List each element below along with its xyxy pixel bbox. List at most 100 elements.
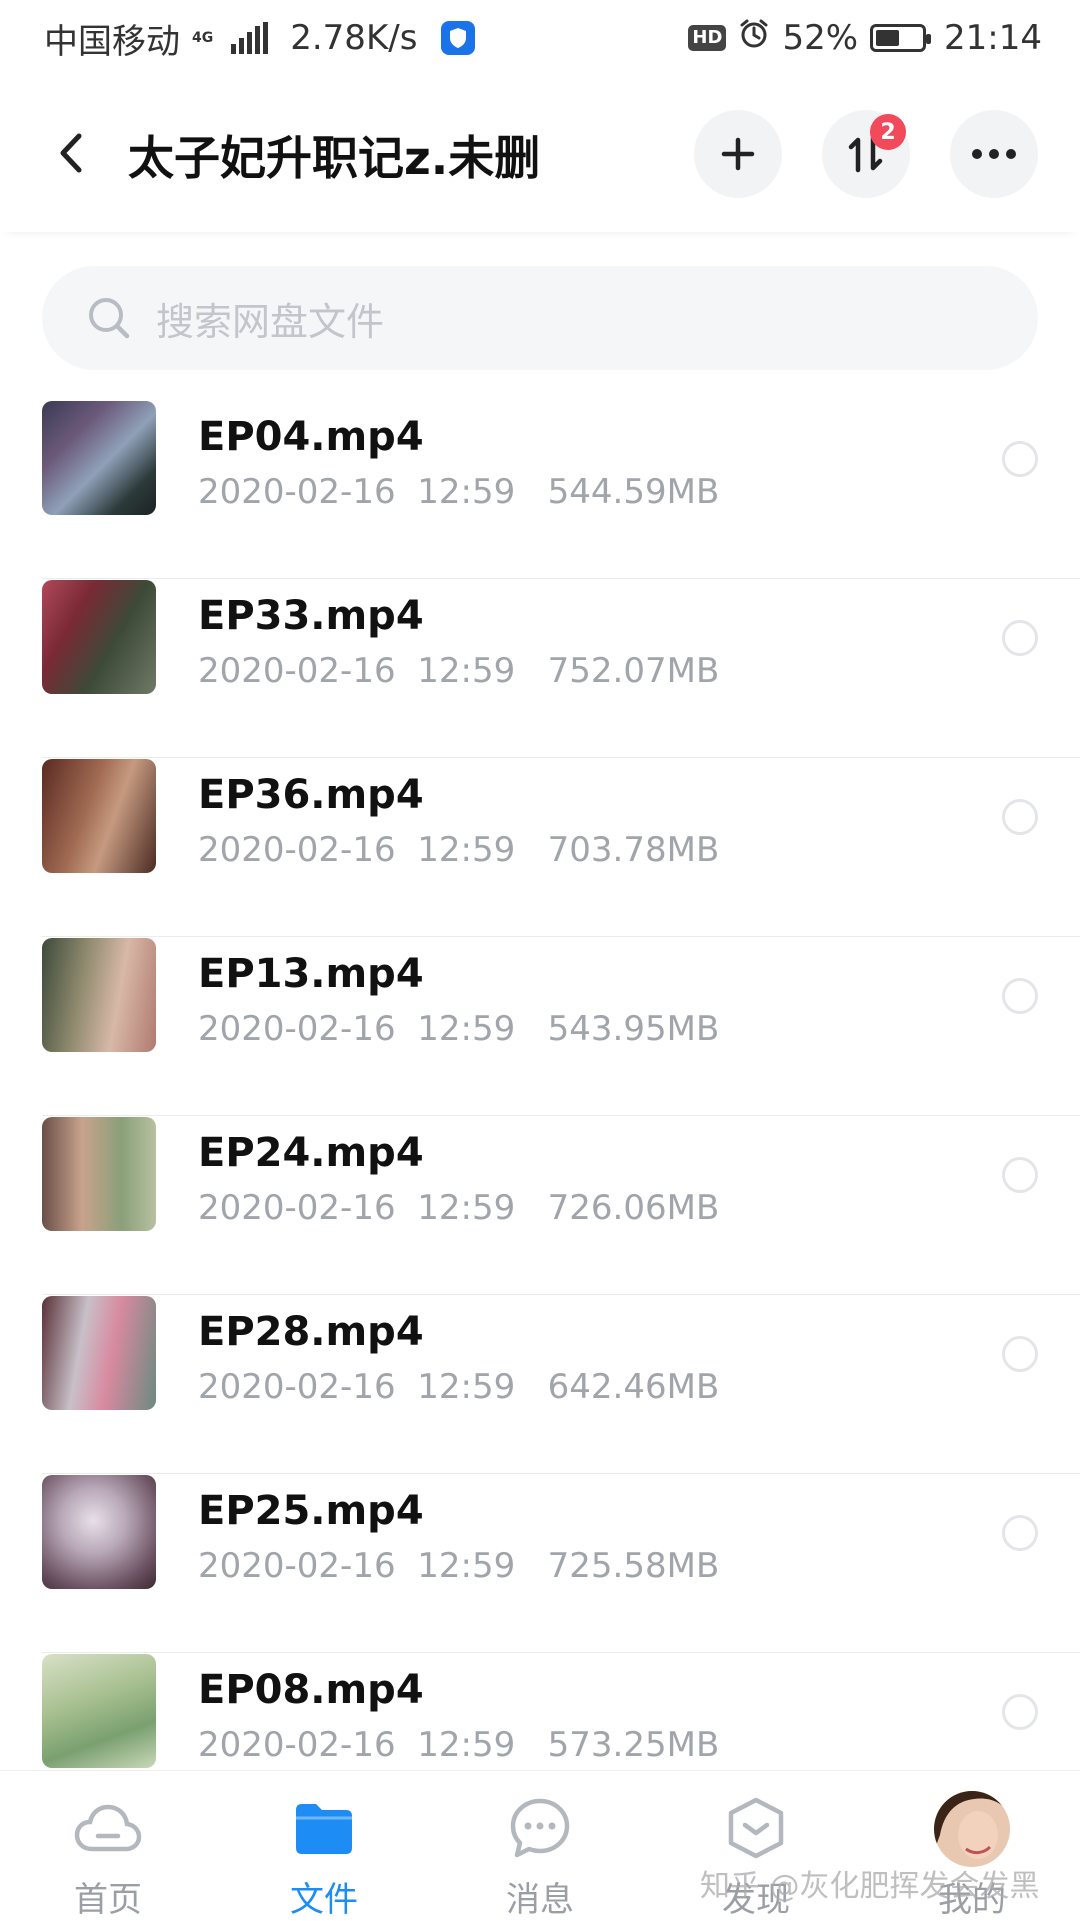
file-row[interactable]: EP36.mp4 2020-02-16 12:59 703.78MB [0, 758, 1080, 937]
battery-percent: 52% [782, 18, 859, 58]
file-date: 2020-02-16 [198, 651, 396, 691]
file-size: 703.78MB [547, 830, 720, 870]
battery-icon [870, 24, 932, 52]
file-meta: 2020-02-16 12:59 703.78MB [198, 830, 719, 870]
file-meta: 2020-02-16 12:59 725.58MB [198, 1546, 719, 1586]
file-name: EP04.mp4 [198, 414, 424, 460]
nav-label: 文件 [290, 1880, 358, 1920]
file-time: 12:59 [417, 472, 516, 512]
select-radio[interactable] [1002, 1336, 1038, 1372]
file-time: 12:59 [417, 1367, 516, 1407]
select-radio[interactable] [1002, 620, 1038, 656]
plus-icon [721, 137, 755, 171]
file-name: EP36.mp4 [198, 772, 424, 818]
file-date: 2020-02-16 [198, 472, 396, 512]
nav-label: 消息 [506, 1880, 574, 1920]
select-radio[interactable] [1002, 978, 1038, 1014]
page-title: 太子妃升职记z.未删 [128, 131, 541, 185]
file-name: EP24.mp4 [198, 1130, 424, 1176]
carrier-label: 中国移动 [44, 21, 180, 62]
search-icon [89, 298, 130, 339]
file-date: 2020-02-16 [198, 1188, 396, 1228]
video-thumbnail [42, 938, 156, 1052]
status-right: HD 52% 21:14 [688, 18, 1042, 59]
nav-item-messages[interactable]: 消息 [470, 1793, 610, 1921]
video-thumbnail [42, 1475, 156, 1589]
nav-item-files[interactable]: 文件 [254, 1793, 394, 1921]
file-meta: 2020-02-16 12:59 573.25MB [198, 1725, 719, 1765]
signal-icon [231, 22, 269, 54]
file-name: EP13.mp4 [198, 951, 424, 997]
file-date: 2020-02-16 [198, 830, 396, 870]
add-button[interactable] [694, 110, 782, 198]
nav-item-home[interactable]: 首页 [38, 1793, 178, 1921]
file-meta: 2020-02-16 12:59 544.59MB [198, 472, 719, 512]
battery-fill [876, 30, 899, 46]
file-size: 642.46MB [547, 1367, 720, 1407]
search-input[interactable]: 搜索网盘文件 [42, 266, 1038, 370]
file-time: 12:59 [417, 1725, 516, 1765]
select-radio[interactable] [1002, 1515, 1038, 1551]
file-row[interactable]: EP04.mp4 2020-02-16 12:59 544.59MB [0, 400, 1080, 579]
file-date: 2020-02-16 [198, 1009, 396, 1049]
file-name: EP28.mp4 [198, 1309, 424, 1355]
clock: 21:14 [944, 18, 1042, 58]
network-type-label: 4G [192, 30, 214, 46]
file-row[interactable]: EP28.mp4 2020-02-16 12:59 642.46MB [0, 1295, 1080, 1474]
file-date: 2020-02-16 [198, 1725, 396, 1765]
file-size: 573.25MB [547, 1725, 720, 1765]
file-name: EP08.mp4 [198, 1667, 424, 1713]
file-row[interactable]: EP24.mp4 2020-02-16 12:59 726.06MB [0, 1116, 1080, 1295]
file-meta: 2020-02-16 12:59 543.95MB [198, 1009, 719, 1049]
file-row[interactable]: EP13.mp4 2020-02-16 12:59 543.95MB [0, 937, 1080, 1116]
more-dots-icon [972, 149, 1016, 159]
transfer-button[interactable]: 2 [822, 110, 910, 198]
folder-icon [289, 1793, 359, 1862]
video-thumbnail [42, 401, 156, 515]
file-time: 12:59 [417, 1546, 516, 1586]
file-time: 12:59 [417, 651, 516, 691]
file-date: 2020-02-16 [198, 1367, 396, 1407]
bottom-nav: 首页 文件 消息 发现 我的 知乎 @灰化肥挥发会发黑 [0, 1770, 1080, 1920]
discover-icon [721, 1793, 791, 1862]
file-size: 752.07MB [547, 651, 720, 691]
status-left: 中国移动 4G 2.78K/s [44, 14, 476, 63]
file-time: 12:59 [417, 1188, 516, 1228]
network-speed: 2.78K/s [290, 18, 418, 58]
video-thumbnail [42, 759, 156, 873]
avatar[interactable] [932, 1789, 1012, 1869]
select-radio[interactable] [1002, 799, 1038, 835]
file-size: 543.95MB [547, 1009, 720, 1049]
chat-icon [505, 1793, 575, 1862]
video-thumbnail [42, 1296, 156, 1410]
video-thumbnail [42, 1654, 156, 1768]
watermark: 知乎 @灰化肥挥发会发黑 [700, 1869, 1040, 1904]
file-name: EP33.mp4 [198, 593, 424, 639]
alarm-icon [738, 18, 770, 59]
file-date: 2020-02-16 [198, 1546, 396, 1586]
file-meta: 2020-02-16 12:59 642.46MB [198, 1367, 719, 1407]
header: 太子妃升职记z.未删 2 [0, 76, 1080, 232]
video-thumbnail [42, 580, 156, 694]
file-row[interactable]: EP25.mp4 2020-02-16 12:59 725.58MB [0, 1474, 1080, 1653]
file-size: 725.58MB [547, 1546, 720, 1586]
chevron-left-icon [60, 133, 82, 173]
file-time: 12:59 [417, 1009, 516, 1049]
more-button[interactable] [950, 110, 1038, 198]
shield-icon [441, 21, 476, 55]
file-time: 12:59 [417, 830, 516, 870]
file-size: 544.59MB [547, 472, 720, 512]
select-radio[interactable] [1002, 1694, 1038, 1730]
video-thumbnail [42, 1117, 156, 1231]
back-button[interactable] [50, 128, 90, 178]
search-placeholder: 搜索网盘文件 [156, 299, 385, 344]
select-radio[interactable] [1002, 1157, 1038, 1193]
file-name: EP25.mp4 [198, 1488, 424, 1534]
status-bar: 中国移动 4G 2.78K/s HD 52% 21:14 [0, 0, 1080, 76]
file-meta: 2020-02-16 12:59 752.07MB [198, 651, 719, 691]
transfer-badge: 2 [870, 114, 906, 150]
file-row[interactable]: EP33.mp4 2020-02-16 12:59 752.07MB [0, 579, 1080, 758]
cloud-icon [73, 1793, 143, 1862]
select-radio[interactable] [1002, 441, 1038, 477]
file-list: EP04.mp4 2020-02-16 12:59 544.59MB EP33.… [0, 400, 1080, 1832]
